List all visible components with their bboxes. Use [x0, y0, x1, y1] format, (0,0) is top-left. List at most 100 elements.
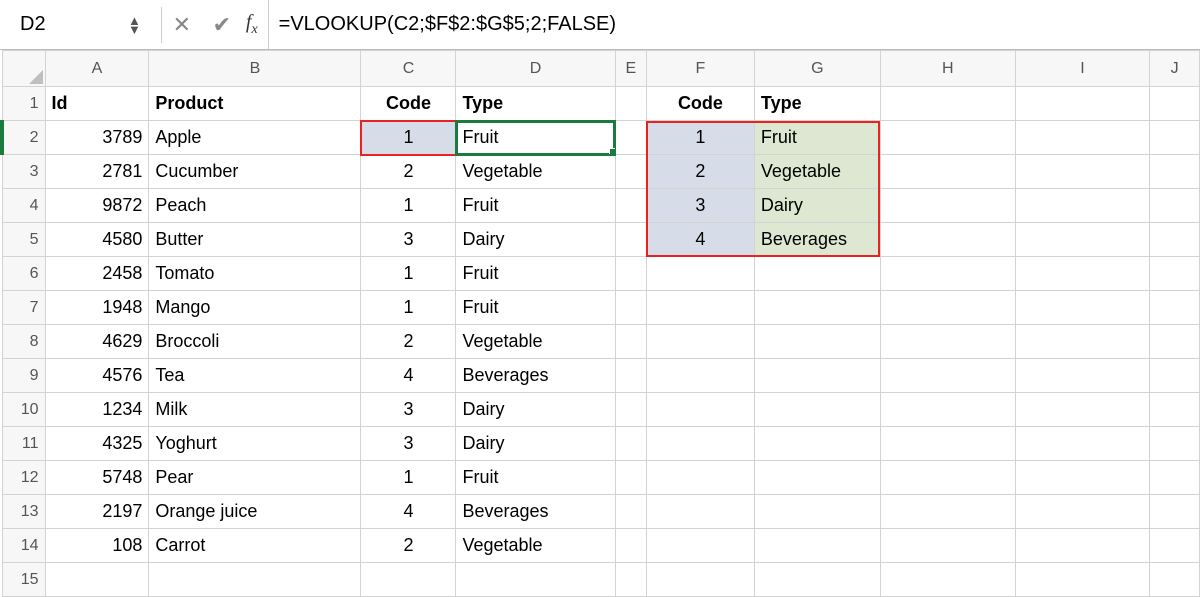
row-header-10[interactable]: 10	[2, 393, 45, 427]
cell-F5[interactable]: 4	[646, 223, 754, 257]
cell-B13[interactable]: Orange juice	[149, 495, 361, 529]
cell-D13[interactable]: Beverages	[456, 495, 615, 529]
cell-H15[interactable]	[880, 563, 1015, 597]
cell-D12[interactable]: Fruit	[456, 461, 615, 495]
column-header-C[interactable]: C	[361, 51, 456, 87]
cell-I14[interactable]	[1015, 529, 1150, 563]
column-header-J[interactable]: J	[1150, 51, 1200, 87]
cell-D14[interactable]: Vegetable	[456, 529, 615, 563]
cell-I9[interactable]	[1015, 359, 1150, 393]
cell-I13[interactable]	[1015, 495, 1150, 529]
cell-G11[interactable]	[754, 427, 880, 461]
cell-J14[interactable]	[1150, 529, 1200, 563]
cell-B8[interactable]: Broccoli	[149, 325, 361, 359]
cell-E2[interactable]	[615, 121, 646, 155]
row-header-13[interactable]: 13	[2, 495, 45, 529]
cell-I4[interactable]	[1015, 189, 1150, 223]
row-header-12[interactable]: 12	[2, 461, 45, 495]
stepper-down-icon[interactable]: ▼	[128, 25, 141, 34]
cell-D8[interactable]: Vegetable	[456, 325, 615, 359]
row-header-4[interactable]: 4	[2, 189, 45, 223]
cell-F7[interactable]	[646, 291, 754, 325]
cell-I3[interactable]	[1015, 155, 1150, 189]
cell-C4[interactable]: 1	[361, 189, 456, 223]
cell-E13[interactable]	[615, 495, 646, 529]
cell-I1[interactable]	[1015, 87, 1150, 121]
cell-C2[interactable]: 1	[361, 121, 456, 155]
row-header-3[interactable]: 3	[2, 155, 45, 189]
cell-C5[interactable]: 3	[361, 223, 456, 257]
cell-J1[interactable]	[1150, 87, 1200, 121]
cell-F14[interactable]	[646, 529, 754, 563]
cell-H14[interactable]	[880, 529, 1015, 563]
cell-E8[interactable]	[615, 325, 646, 359]
cell-D7[interactable]: Fruit	[456, 291, 615, 325]
row-header-15[interactable]: 15	[2, 563, 45, 597]
cell-H13[interactable]	[880, 495, 1015, 529]
cell-G8[interactable]	[754, 325, 880, 359]
cell-B9[interactable]: Tea	[149, 359, 361, 393]
cell-F12[interactable]	[646, 461, 754, 495]
cell-C3[interactable]: 2	[361, 155, 456, 189]
cell-D10[interactable]: Dairy	[456, 393, 615, 427]
cell-I12[interactable]	[1015, 461, 1150, 495]
cell-J13[interactable]	[1150, 495, 1200, 529]
cell-I5[interactable]	[1015, 223, 1150, 257]
column-header-D[interactable]: D	[456, 51, 615, 87]
cell-A6[interactable]: 2458	[45, 257, 149, 291]
cell-I2[interactable]	[1015, 121, 1150, 155]
formula-input[interactable]	[268, 0, 1200, 49]
cell-H8[interactable]	[880, 325, 1015, 359]
cell-F1[interactable]: Code	[646, 87, 754, 121]
cell-C12[interactable]: 1	[361, 461, 456, 495]
cell-H11[interactable]	[880, 427, 1015, 461]
cell-G14[interactable]	[754, 529, 880, 563]
cell-A8[interactable]: 4629	[45, 325, 149, 359]
cell-I7[interactable]	[1015, 291, 1150, 325]
cell-G5[interactable]: Beverages	[754, 223, 880, 257]
row-header-9[interactable]: 9	[2, 359, 45, 393]
name-box[interactable]	[14, 9, 124, 41]
namebox-stepper[interactable]: ▲ ▼	[128, 16, 141, 34]
cell-A5[interactable]: 4580	[45, 223, 149, 257]
cell-D6[interactable]: Fruit	[456, 257, 615, 291]
cell-E9[interactable]	[615, 359, 646, 393]
cell-A3[interactable]: 2781	[45, 155, 149, 189]
row-header-5[interactable]: 5	[2, 223, 45, 257]
cell-E14[interactable]	[615, 529, 646, 563]
cell-J4[interactable]	[1150, 189, 1200, 223]
fx-label[interactable]: fx	[242, 11, 268, 38]
cell-J10[interactable]	[1150, 393, 1200, 427]
cell-F15[interactable]	[646, 563, 754, 597]
cell-A9[interactable]: 4576	[45, 359, 149, 393]
cell-J8[interactable]	[1150, 325, 1200, 359]
cell-F10[interactable]	[646, 393, 754, 427]
cell-H9[interactable]	[880, 359, 1015, 393]
cell-H5[interactable]	[880, 223, 1015, 257]
cell-H10[interactable]	[880, 393, 1015, 427]
cell-F6[interactable]	[646, 257, 754, 291]
cell-E6[interactable]	[615, 257, 646, 291]
cell-B5[interactable]: Butter	[149, 223, 361, 257]
cell-C1[interactable]: Code	[361, 87, 456, 121]
cell-B7[interactable]: Mango	[149, 291, 361, 325]
cell-G9[interactable]	[754, 359, 880, 393]
cell-J15[interactable]	[1150, 563, 1200, 597]
cell-F3[interactable]: 2	[646, 155, 754, 189]
cell-G15[interactable]	[754, 563, 880, 597]
cell-J12[interactable]	[1150, 461, 1200, 495]
cell-A2[interactable]: 3789	[45, 121, 149, 155]
cell-I10[interactable]	[1015, 393, 1150, 427]
cell-E1[interactable]	[615, 87, 646, 121]
cell-F9[interactable]	[646, 359, 754, 393]
cell-C15[interactable]	[361, 563, 456, 597]
cell-B4[interactable]: Peach	[149, 189, 361, 223]
cell-H7[interactable]	[880, 291, 1015, 325]
cell-B11[interactable]: Yoghurt	[149, 427, 361, 461]
cell-I6[interactable]	[1015, 257, 1150, 291]
cell-J5[interactable]	[1150, 223, 1200, 257]
cell-F13[interactable]	[646, 495, 754, 529]
cell-D3[interactable]: Vegetable	[456, 155, 615, 189]
cell-D4[interactable]: Fruit	[456, 189, 615, 223]
cell-H3[interactable]	[880, 155, 1015, 189]
